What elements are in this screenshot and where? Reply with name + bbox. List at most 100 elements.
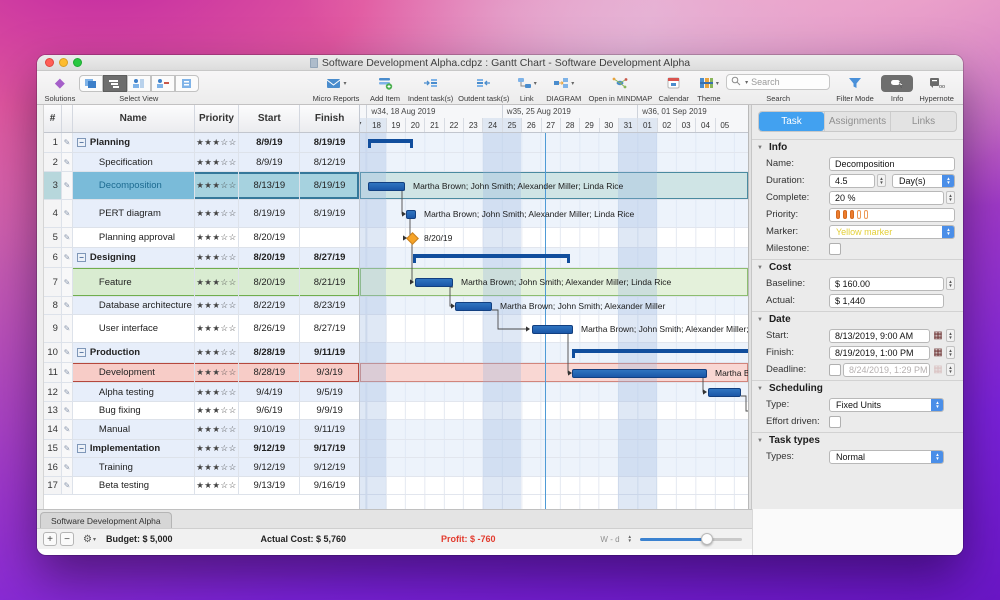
minimize-window-button[interactable]	[59, 58, 68, 67]
scheduling-type-select[interactable]: Fixed Units▲▼	[829, 398, 944, 412]
gantt-summary-bar[interactable]	[368, 139, 414, 148]
zoom-slider-thumb[interactable]	[701, 533, 713, 545]
view-resource-button[interactable]	[127, 75, 151, 92]
section-scheduling[interactable]: ▼Scheduling	[752, 380, 963, 396]
column-header-name[interactable]: Name	[73, 105, 195, 132]
view-gantt-button[interactable]	[103, 75, 127, 92]
table-row[interactable]: 9✎User interface★★★☆☆8/26/198/27/19	[44, 315, 359, 343]
gantt-bar[interactable]	[368, 182, 405, 191]
name-input[interactable]: Decomposition	[829, 157, 955, 171]
solutions-button[interactable]: ◆ Solutions	[41, 73, 79, 104]
baseline-stepper[interactable]: ▲▼	[946, 277, 955, 290]
finish-date-input[interactable]: 8/19/2019, 1:00 PM	[829, 346, 930, 360]
zoom-window-button[interactable]	[73, 58, 82, 67]
section-task-types[interactable]: ▼Task types	[752, 432, 963, 448]
tab-task[interactable]: Task	[759, 112, 824, 131]
table-row[interactable]: 8✎Database architecture★★★☆☆8/22/198/23/…	[44, 297, 359, 315]
column-header-icon[interactable]	[62, 105, 73, 132]
collapse-group-icon[interactable]: −	[77, 138, 86, 147]
indent-tasks-button[interactable]: Indent task(s)	[405, 73, 457, 104]
task-types-select[interactable]: Normal▲▼	[829, 450, 944, 464]
table-row[interactable]: 4✎PERT diagram★★★☆☆8/19/198/19/19	[44, 200, 359, 228]
table-row[interactable]: 7✎Feature★★★☆☆8/20/198/21/19	[44, 268, 359, 297]
view-task-usage-button[interactable]	[151, 75, 175, 92]
document-tab[interactable]: Software Development Alpha	[40, 512, 172, 528]
table-row[interactable]: 14✎Manual★★★☆☆9/10/199/11/19	[44, 420, 359, 440]
actual-input[interactable]: $ 1,440	[829, 294, 944, 308]
calendar-picker-icon[interactable]: ▦	[932, 347, 944, 359]
link-button[interactable]: ▾ Link	[511, 73, 542, 104]
add-task-button[interactable]: +	[43, 532, 57, 546]
duration-input[interactable]: 4.5	[829, 174, 875, 188]
table-row[interactable]: 6✎−Designing★★★☆☆8/20/198/27/19	[44, 248, 359, 268]
finish-date-stepper[interactable]: ▲▼	[946, 346, 955, 359]
gantt-bar[interactable]	[415, 278, 453, 287]
table-row[interactable]: 3✎Decomposition★★★☆☆8/13/198/19/19	[44, 172, 359, 200]
section-info[interactable]: ▼Info	[752, 139, 963, 155]
collapse-group-icon[interactable]: −	[77, 348, 86, 357]
table-row[interactable]: 10✎−Production★★★☆☆8/28/199/11/19	[44, 343, 359, 363]
column-header-num[interactable]: #	[44, 105, 62, 132]
column-header-start[interactable]: Start	[239, 105, 300, 132]
gantt-bar[interactable]	[532, 325, 573, 334]
outdent-tasks-button[interactable]: Outdent task(s)	[456, 73, 511, 104]
tab-assignments[interactable]: Assignments	[824, 112, 890, 131]
settings-gear-button[interactable]: ⚙▾	[83, 534, 96, 545]
calendar-button[interactable]: Calendar	[656, 73, 692, 104]
table-row[interactable]: 1✎−Planning★★★☆☆8/9/198/19/19	[44, 133, 359, 153]
close-window-button[interactable]	[45, 58, 54, 67]
tab-links[interactable]: Links	[890, 112, 956, 131]
deadline-date-input[interactable]: 8/24/2019, 1:29 PM	[843, 363, 930, 377]
table-row[interactable]: 13✎Bug fixing★★★☆☆9/6/199/9/19	[44, 402, 359, 420]
calendar-picker-icon[interactable]: ▦	[932, 330, 944, 342]
milestone-checkbox[interactable]	[829, 243, 841, 255]
start-date-stepper[interactable]: ▲▼	[946, 329, 955, 342]
table-row[interactable]: 17✎Beta testing★★★☆☆9/13/199/16/19	[44, 477, 359, 495]
gantt-bar[interactable]	[708, 388, 741, 397]
deadline-stepper[interactable]: ▲▼	[946, 363, 955, 376]
deadline-checkbox[interactable]	[829, 364, 841, 376]
table-row[interactable]: 2✎Specification★★★☆☆8/9/198/12/19	[44, 153, 359, 172]
complete-input[interactable]: 20 %	[829, 191, 944, 205]
remove-task-button[interactable]: −	[60, 532, 74, 546]
baseline-input[interactable]: $ 160.00	[829, 277, 944, 291]
table-row[interactable]: 11✎Development★★★☆☆8/28/199/3/19	[44, 363, 359, 383]
effort-driven-checkbox[interactable]	[829, 416, 841, 428]
gantt-summary-bar[interactable]	[413, 254, 570, 263]
info-button[interactable]: Info	[880, 73, 914, 104]
zoom-slider[interactable]	[640, 538, 742, 541]
column-header-priority[interactable]: Priority	[195, 105, 240, 132]
duration-unit-select[interactable]: Day(s)▲▼	[892, 174, 955, 188]
gantt-bar[interactable]	[455, 302, 492, 311]
gantt-summary-bar[interactable]	[572, 349, 748, 358]
section-cost[interactable]: ▼Cost	[752, 259, 963, 275]
marker-select[interactable]: Yellow marker▲▼	[829, 225, 955, 239]
micro-reports-button[interactable]: ▾ Micro Reports	[307, 73, 365, 104]
table-row[interactable]: 16✎Training★★★☆☆9/12/199/12/19	[44, 458, 359, 477]
start-date-input[interactable]: 8/13/2019, 9:00 AM	[829, 329, 930, 343]
complete-stepper[interactable]: ▲▼	[946, 191, 955, 204]
section-date[interactable]: ▼Date	[752, 311, 963, 327]
diagram-button[interactable]: ▾ DIAGRAM	[542, 73, 585, 104]
gantt-bar[interactable]	[572, 369, 707, 378]
duration-stepper[interactable]: ▲▼	[877, 174, 886, 187]
gantt-bar[interactable]	[406, 210, 416, 219]
timescale-stepper[interactable]: ▲▼	[628, 535, 632, 543]
table-row[interactable]: 15✎−Implementation★★★☆☆9/12/199/17/19	[44, 440, 359, 458]
search-input[interactable]: ▾ Search	[726, 74, 830, 90]
priority-widget[interactable]	[829, 208, 955, 222]
theme-button[interactable]: ▾ Theme	[692, 73, 726, 104]
collapse-group-icon[interactable]: −	[77, 444, 86, 453]
add-item-button[interactable]: Add Item	[365, 73, 405, 104]
column-header-finish[interactable]: Finish	[300, 105, 359, 132]
theme-icon: ▾	[699, 74, 719, 92]
view-documents-button[interactable]	[79, 75, 103, 92]
open-in-mindmap-button[interactable]: Open in MINDMAP	[585, 73, 655, 104]
view-report-button[interactable]	[175, 75, 199, 92]
collapse-group-icon[interactable]: −	[77, 253, 86, 262]
field-baseline: Baseline: $ 160.00 ▲▼	[752, 275, 963, 292]
table-row[interactable]: 12✎Alpha testing★★★☆☆9/4/199/5/19	[44, 383, 359, 402]
hypernote-button[interactable]: oo Hypernote	[914, 73, 959, 104]
table-row[interactable]: 5✎Planning approval★★★☆☆8/20/19	[44, 228, 359, 248]
filter-mode-button[interactable]: Filter Mode	[830, 73, 880, 104]
